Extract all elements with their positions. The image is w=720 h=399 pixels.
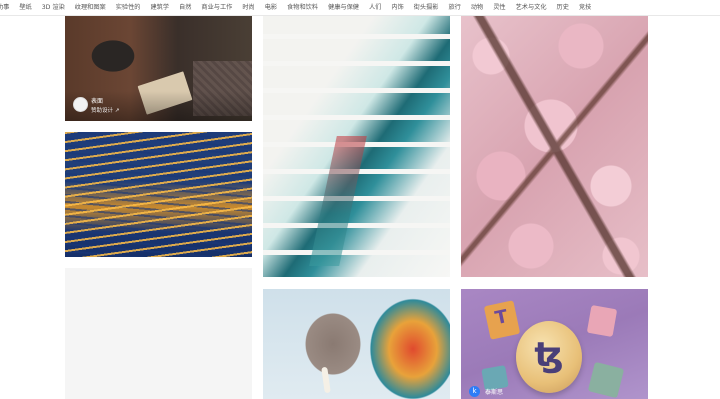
nav-item-animals[interactable]: 动物 (471, 0, 483, 15)
nav-item-people[interactable]: 人们 (369, 0, 381, 15)
nav-item-textures-patterns[interactable]: 纹理和图案 (75, 0, 106, 15)
cube-green-icon (587, 361, 625, 399)
author-name[interactable]: 泰斯思 (485, 387, 503, 396)
sponsor-link[interactable]: 赞助设计 ↗ (91, 106, 119, 114)
nav-item-3d-renders[interactable]: 3D 渲染 (42, 0, 65, 15)
photo-decorated-elephant[interactable] (263, 289, 450, 399)
category-nav: 功事 壁纸 3D 渲染 纹理和图案 实验性的 建筑学 自然 商业与工作 时尚 电… (0, 0, 720, 16)
nav-item-street-photography[interactable]: 街头摄影 (414, 0, 439, 15)
nav-item-current-events[interactable]: 功事 (0, 0, 9, 15)
cube-t-icon: T (483, 300, 521, 340)
author-avatar[interactable] (73, 97, 88, 112)
photo-couch-interior[interactable]: 表面 赞助设计 ↗ (65, 16, 252, 121)
author-name[interactable]: 表面 (91, 96, 103, 105)
blossom-branch (461, 16, 648, 277)
photo-blank-placeholder[interactable] (65, 268, 252, 399)
nav-item-athletics[interactable]: 竞技 (579, 0, 591, 15)
nav-item-food-drink[interactable]: 食物和饮料 (287, 0, 318, 15)
nav-item-history[interactable]: 历史 (557, 0, 569, 15)
nav-item-health-wellness[interactable]: 健康与保健 (328, 0, 359, 15)
photo-golden-water[interactable] (65, 132, 252, 257)
building-window-reflection (309, 136, 367, 266)
nav-item-business-work[interactable]: 商业与工作 (201, 0, 232, 15)
nav-item-film[interactable]: 电影 (265, 0, 277, 15)
nav-item-nature[interactable]: 自然 (179, 0, 191, 15)
nav-item-architecture[interactable]: 建筑学 (150, 0, 169, 15)
nav-item-fashion[interactable]: 时尚 (242, 0, 254, 15)
cube-pink-icon (586, 304, 618, 338)
elephant-tusk (321, 366, 331, 394)
nav-item-experimental[interactable]: 实验性的 (116, 0, 141, 15)
photo-cherry-blossoms[interactable] (461, 16, 648, 277)
tezos-coin-icon: ꜩ (516, 321, 582, 393)
nav-item-arts-culture[interactable]: 艺术与文化 (516, 0, 547, 15)
photo-white-building[interactable] (263, 16, 450, 277)
nav-item-travel[interactable]: 旅行 (448, 0, 460, 15)
nav-item-wallpapers[interactable]: 壁纸 (19, 0, 31, 15)
nav-item-interiors[interactable]: 内饰 (391, 0, 403, 15)
photo-tezos-coin-render[interactable]: T ꜩ k 泰斯思 (461, 289, 648, 399)
nav-item-spirituality[interactable]: 灵性 (493, 0, 505, 15)
author-avatar[interactable]: k (469, 386, 480, 397)
